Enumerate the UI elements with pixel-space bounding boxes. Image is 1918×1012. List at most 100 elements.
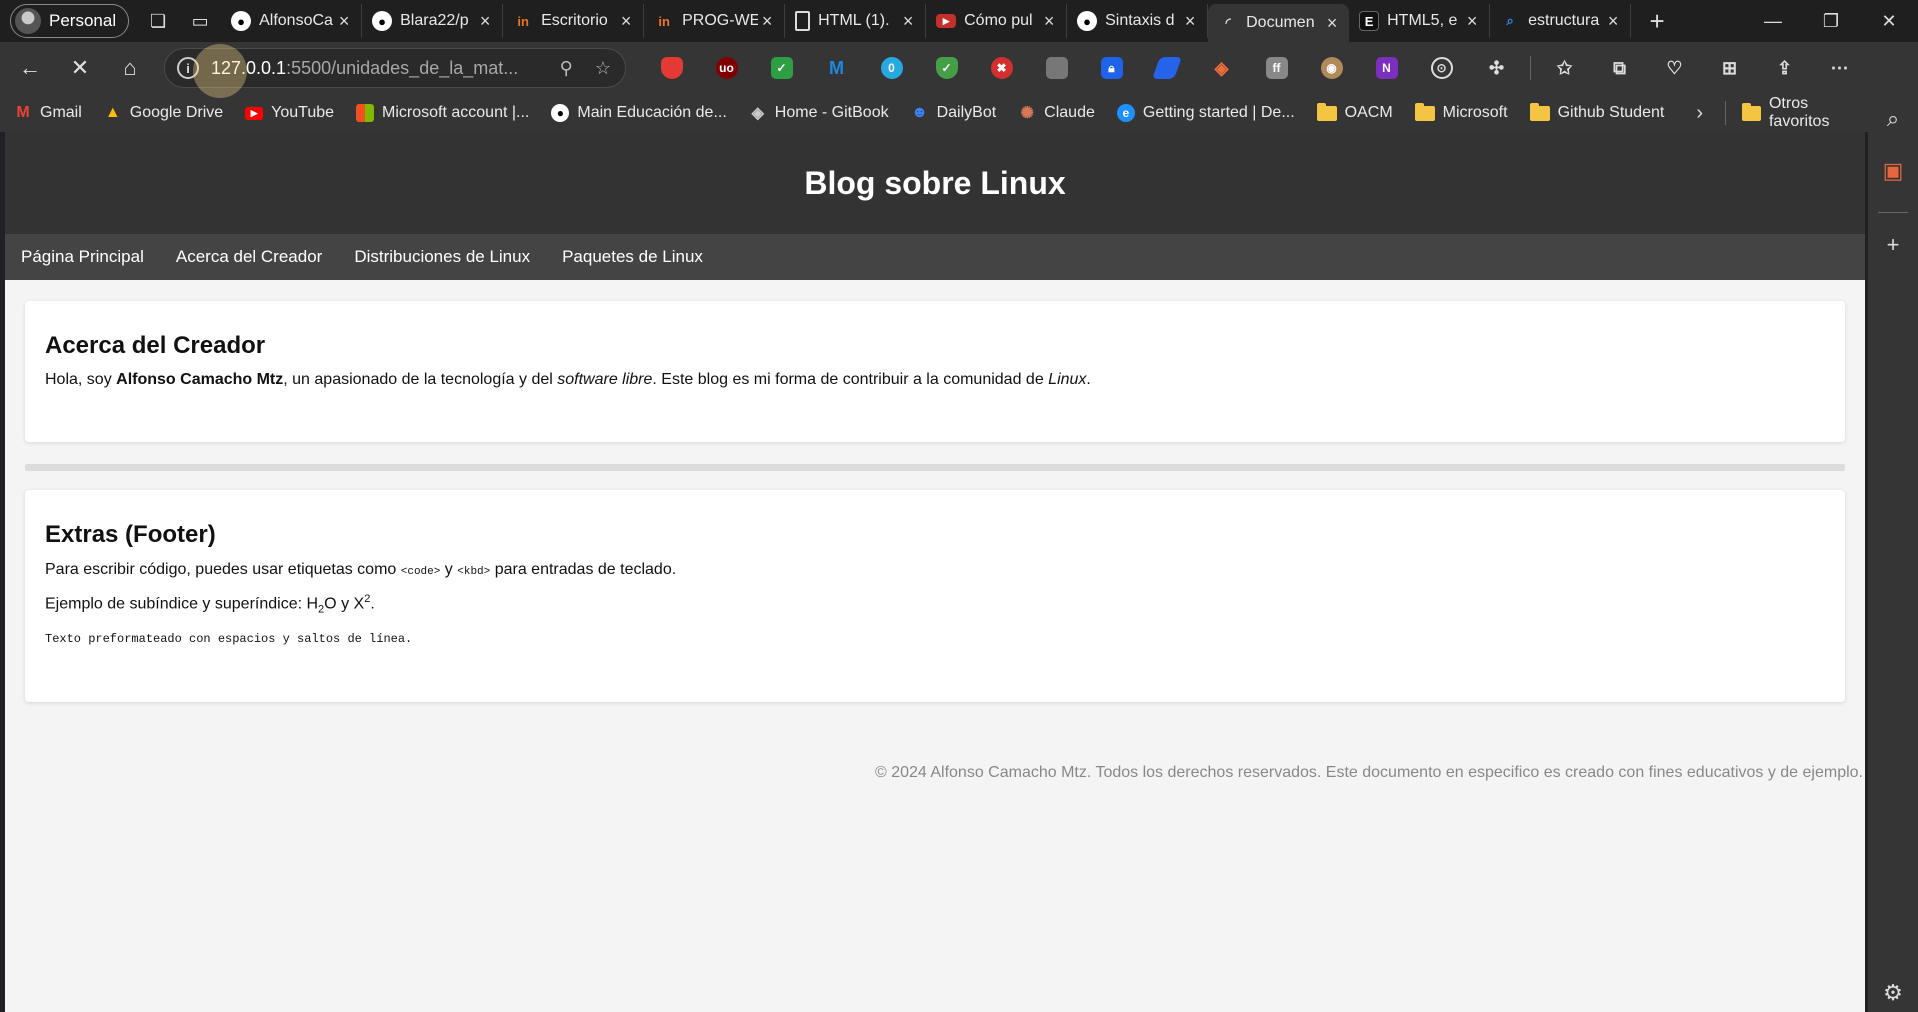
extension[interactable] <box>1029 48 1084 88</box>
profile-label: Personal <box>49 11 117 30</box>
bookmark[interactable]: Microsoft account |... <box>356 104 529 122</box>
close-icon[interactable]: × <box>335 11 353 32</box>
folder-icon <box>1529 102 1550 121</box>
tab[interactable]: E HTML5, e × <box>1349 4 1491 38</box>
home-icon[interactable]: ⌂ <box>110 48 150 88</box>
zoom-icon[interactable]: ⚲ <box>560 58 573 79</box>
add-icon[interactable]: + <box>1868 232 1918 258</box>
close-icon[interactable]: × <box>476 11 494 32</box>
bookmark[interactable]: M Gmail <box>14 104 82 122</box>
tab[interactable]: HTML (1). × <box>785 4 927 38</box>
nav-link-home[interactable]: Página Principal <box>21 247 144 267</box>
restore-icon[interactable]: ❐ <box>1802 0 1860 42</box>
minimize-icon[interactable]: — <box>1744 0 1802 42</box>
apps-icon: ⊞ <box>1721 57 1738 78</box>
nav-link-about[interactable]: Acerca del Creador <box>176 247 322 267</box>
heart-icon: ♡ <box>1666 57 1683 78</box>
page-viewport: Blog sobre Linux Página Principal Acerca… <box>5 132 1865 1012</box>
bookmark-folder[interactable]: Github Student <box>1529 102 1664 122</box>
menu-button[interactable]: ⋯ <box>1812 48 1867 88</box>
layers-icon: ◈ <box>1214 57 1229 78</box>
back-icon[interactable]: ← <box>10 48 50 88</box>
search-icon[interactable]: ⌕ <box>1868 106 1918 132</box>
extension[interactable]: ◉ <box>1304 48 1359 88</box>
new-tab-button[interactable]: + <box>1639 4 1675 38</box>
bookmark-label: Getting started | De... <box>1142 104 1295 121</box>
extension[interactable]: ✣ <box>1469 48 1524 88</box>
share-icon: ⇪ <box>1776 57 1793 78</box>
close-icon[interactable]: × <box>1323 13 1341 34</box>
bookmark-label: Gmail <box>40 104 82 121</box>
share-button[interactable]: ⇪ <box>1757 48 1812 88</box>
tab-label: estructura <box>1528 12 1600 29</box>
nav-link-packages[interactable]: Paquetes de Linux <box>562 247 703 267</box>
gear-icon[interactable]: ⚙ <box>1868 980 1918 1006</box>
collections-button[interactable]: ⧉ <box>1592 48 1647 88</box>
extension[interactable] <box>644 48 699 88</box>
text: Para escribir código, puedes usar etique… <box>45 561 401 578</box>
vertical-tabs-icon[interactable]: ▭ <box>187 10 213 32</box>
tab[interactable]: ▸ Cómo pul × <box>926 4 1068 38</box>
site-header: Blog sobre Linux <box>5 132 1865 234</box>
bookmark[interactable]: e Getting started | De... <box>1116 104 1295 122</box>
extension[interactable]: 🔒︎ <box>1084 48 1139 88</box>
profile-button[interactable]: Personal <box>10 4 130 38</box>
extension[interactable]: ✓ <box>754 48 809 88</box>
extension[interactable]: ◈ <box>1194 48 1249 88</box>
close-icon[interactable]: × <box>1040 11 1058 32</box>
page-title: Blog sobre Linux <box>804 164 1066 201</box>
text: para entradas de teclado. <box>490 561 677 578</box>
extension[interactable]: uo <box>699 48 754 88</box>
bookmark[interactable]: ● Main Educación de... <box>551 104 727 122</box>
bookmark-folder[interactable]: OACM <box>1316 102 1393 122</box>
extension[interactable]: N <box>1359 48 1414 88</box>
window-controls: — ❐ ✕ <box>1744 0 1918 42</box>
tab[interactable]: ⌕ estructura × <box>1490 4 1632 38</box>
extension[interactable]: ✖ <box>974 48 1029 88</box>
extension[interactable]: ✓ <box>919 48 974 88</box>
bookmark[interactable]: ▲ Google Drive <box>104 104 223 122</box>
extension[interactable]: ff <box>1249 48 1304 88</box>
nav-link-distros[interactable]: Distribuciones de Linux <box>354 247 530 267</box>
other-favorites[interactable]: Otros favoritos <box>1741 95 1868 131</box>
close-icon[interactable]: × <box>758 11 776 32</box>
bookmark[interactable]: ◈ Home - GitBook <box>749 104 889 122</box>
text: Ejemplo de subíndice y superíndice: H <box>45 595 319 613</box>
favorites-button[interactable]: ✩ <box>1537 48 1592 88</box>
bookmark[interactable]: ✺ Claude <box>1018 104 1094 122</box>
tab[interactable]: ● AlfonsoCa × <box>221 4 363 38</box>
workspaces-icon[interactable]: ❏ <box>145 10 171 32</box>
bookmark[interactable]: ☻ DailyBot <box>911 104 997 122</box>
close-icon[interactable]: × <box>1463 11 1481 32</box>
folder-icon <box>1414 102 1435 121</box>
tab[interactable]: in PROG-WE × <box>644 4 786 38</box>
close-icon[interactable]: × <box>899 11 917 32</box>
extension[interactable]: ⊙ <box>1414 48 1469 88</box>
close-icon[interactable]: × <box>617 11 635 32</box>
extension[interactable] <box>1139 48 1194 88</box>
tab[interactable]: ● Blara22/p × <box>362 4 504 38</box>
tab-label: PROG-WE <box>682 12 759 29</box>
bookmark-folder[interactable]: Microsoft <box>1414 102 1508 122</box>
toolbox-icon[interactable]: ▣ <box>1868 158 1918 184</box>
bookmark-label: DailyBot <box>936 104 997 121</box>
tab[interactable]: ● Sintaxis d × <box>1067 4 1209 38</box>
favorites-icon: ✩ <box>1556 57 1573 78</box>
gmail-icon: M <box>16 104 30 121</box>
claude-icon: ✺ <box>1020 105 1034 122</box>
in-icon: in <box>517 13 529 29</box>
favorite-star-icon[interactable]: ☆ <box>595 58 611 79</box>
bookmark[interactable]: ▶ YouTube <box>245 104 334 122</box>
chevron-right-icon[interactable]: › <box>1696 102 1703 125</box>
health-button[interactable]: ♡ <box>1647 48 1702 88</box>
close-icon[interactable]: × <box>1604 11 1622 32</box>
apps-button[interactable]: ⊞ <box>1702 48 1757 88</box>
extension[interactable]: 0 <box>864 48 919 88</box>
close-window-icon[interactable]: ✕ <box>1860 0 1918 42</box>
close-icon[interactable]: × <box>1181 11 1199 32</box>
other-favorites-label: Otros favoritos <box>1768 95 1830 130</box>
tab-active[interactable]: ◜ Documen × <box>1208 4 1350 42</box>
stop-loading-icon[interactable]: ✕ <box>60 48 100 88</box>
tab[interactable]: in Escritorio × <box>503 4 645 38</box>
extension[interactable]: M <box>809 48 864 88</box>
